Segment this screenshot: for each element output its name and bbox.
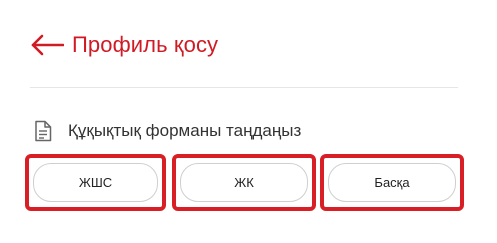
option-llp-label: ЖШС	[33, 163, 158, 202]
option-other-button[interactable]: Басқа	[320, 154, 464, 211]
arrow-left-icon[interactable]	[30, 33, 64, 57]
option-other-label: Басқа	[328, 163, 456, 202]
legal-form-label-text: Құқықтық форманы таңдаңыз	[68, 121, 302, 140]
divider	[30, 87, 458, 88]
header: Профиль қосу	[30, 26, 218, 64]
option-llp-button[interactable]: ЖШС	[25, 154, 166, 211]
page-title: Профиль қосу	[72, 32, 219, 57]
document-icon	[34, 120, 52, 142]
option-ie-button[interactable]: ЖК	[172, 154, 316, 211]
legal-form-label: Құқықтық форманы таңдаңыз	[34, 118, 301, 144]
option-ie-label: ЖК	[180, 163, 308, 202]
add-profile-screen: Профиль қосу Құқықтық форманы таңдаңыз Ж…	[0, 0, 497, 243]
